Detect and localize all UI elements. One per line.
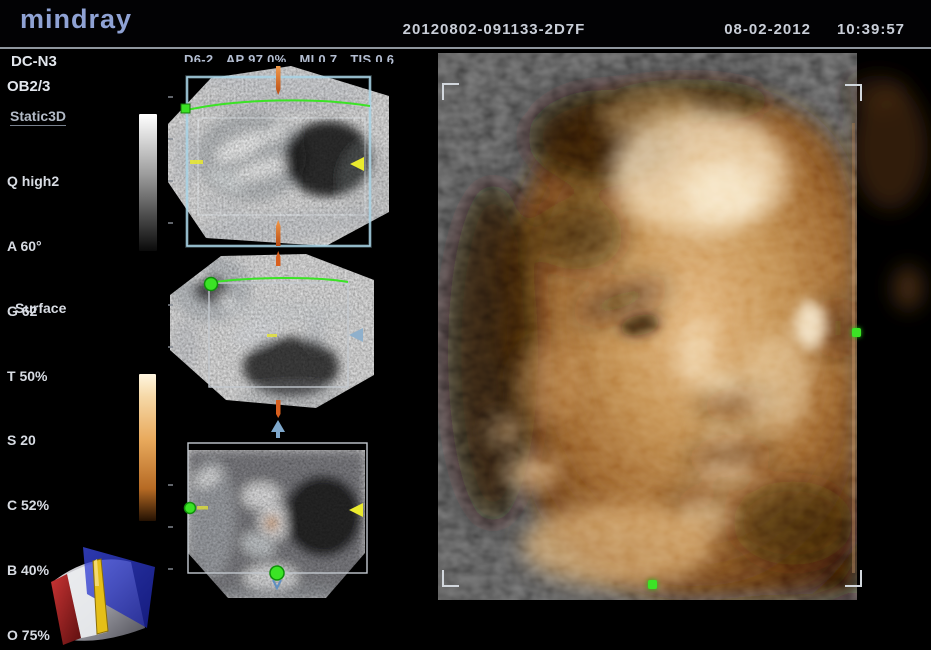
header-bar: mindray 20120802-091133-2D7F 08-02-2012 … bbox=[0, 0, 931, 49]
axis-tick-yellow bbox=[197, 506, 208, 510]
curve-handle[interactable] bbox=[205, 278, 218, 291]
plane-marker-orange[interactable] bbox=[276, 66, 281, 95]
render-region-bracket bbox=[442, 570, 459, 587]
study-id: 20120802-091133-2D7F bbox=[403, 21, 586, 38]
curve-handle[interactable] bbox=[181, 104, 190, 113]
param-row: A 60° bbox=[7, 236, 59, 258]
param-row: C 52% bbox=[7, 495, 59, 517]
c-plane-panel[interactable] bbox=[166, 438, 391, 620]
a-plane-panel[interactable] bbox=[166, 62, 391, 248]
render-region-bracket bbox=[845, 570, 862, 587]
datetime: 08-02-2012 10:39:57 bbox=[724, 21, 905, 38]
param-row: T 50% bbox=[7, 366, 59, 388]
curve-handle[interactable] bbox=[185, 503, 196, 514]
axis-tick-yellow bbox=[190, 160, 203, 164]
transducer-label: DC-N3 bbox=[11, 53, 57, 70]
grayscale-colormap-bar-icon bbox=[139, 114, 157, 251]
param-row: Q high2 bbox=[7, 171, 59, 193]
exam-preset-label: OB2/3 bbox=[7, 78, 50, 95]
ultrasound-screen: mindray 20120802-091133-2D7F 08-02-2012 … bbox=[0, 0, 931, 650]
param-row: S 20 bbox=[7, 430, 59, 452]
render-region-bracket bbox=[442, 83, 459, 100]
volume-orientation-icon bbox=[33, 538, 161, 648]
render-handle-green[interactable] bbox=[852, 328, 861, 337]
axis-tick-yellow bbox=[267, 334, 277, 337]
sepia-colormap-bar-icon bbox=[139, 374, 156, 521]
mindray-logo: mindray bbox=[20, 4, 132, 35]
render-3d-view[interactable] bbox=[438, 53, 931, 600]
system-date: 08-02-2012 bbox=[724, 21, 811, 38]
imaging-mode-label: Static3D bbox=[10, 108, 66, 126]
curve-handle[interactable] bbox=[270, 566, 284, 580]
b-plane-panel[interactable] bbox=[166, 250, 391, 438]
render-region-bracket bbox=[845, 84, 862, 101]
system-time: 10:39:57 bbox=[837, 21, 905, 38]
render-mode-label: Surface bbox=[15, 300, 66, 316]
render-handle-green[interactable] bbox=[648, 580, 657, 589]
